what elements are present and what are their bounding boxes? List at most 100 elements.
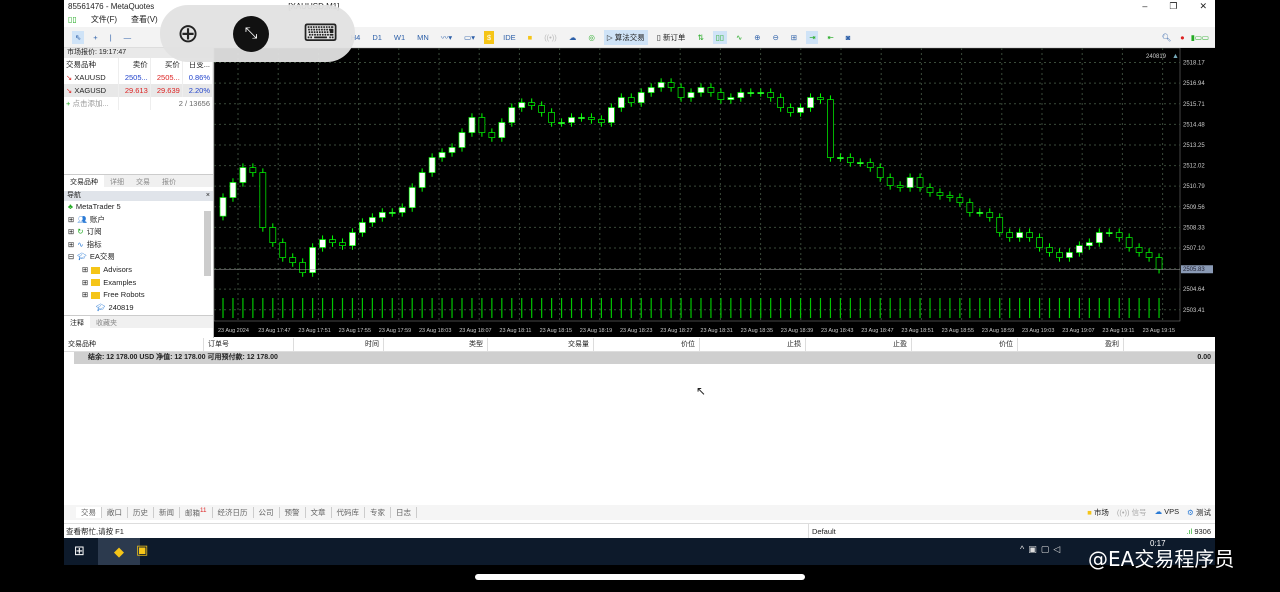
keyboard-icon[interactable]: ⌨ [303,19,338,48]
col-header[interactable]: 交易量 [488,338,594,351]
candle-body [588,117,595,120]
tab-favorites[interactable]: 收藏夹 [90,316,123,328]
tab-2[interactable]: 历史 [128,507,154,518]
table-row[interactable]: ↘ XAGUSD 29.613 29.639 2.20% [64,84,214,97]
lock-icon[interactable]: ■ [525,31,536,44]
tab-8[interactable]: 文章 [306,507,332,518]
search-icon[interactable]: 🔍︎ [1159,31,1175,44]
dollar-icon[interactable]: $ [483,30,495,44]
vertical-line-icon[interactable]: | [107,31,115,44]
taskbar-app-metatrader[interactable]: ◆ [98,538,140,565]
tab-0[interactable]: 交易 [76,507,102,518]
cloud-icon[interactable]: ☁ [566,31,580,44]
taskbar-app-editor[interactable]: ▣ [136,542,148,558]
nav-accounts[interactable]: ⊞ 👥︎ 账户 [68,214,213,227]
remote-connection-icon[interactable]: ⤡ [233,15,270,52]
zoom-in-icon[interactable]: ⊕ [177,18,199,49]
col-bid[interactable]: 卖价 [118,58,151,71]
menu-file[interactable]: 文件(F) [91,13,117,27]
templates-icon[interactable]: ▭▾ [461,31,478,44]
notification-icon[interactable]: ● [1180,33,1185,42]
candlestick-chart[interactable]: 2518.17 2516.94 2515.71 2514.48 2513.25 2512.… [213,47,1215,337]
tab-4[interactable]: 邮箱11 [180,506,213,519]
crosshair-icon[interactable]: + [90,31,100,44]
menu-view[interactable]: 查看(V) [131,13,158,27]
col-header[interactable]: 订单号 [204,338,294,351]
market-link[interactable]: ■ 市场 [1087,507,1109,518]
algo-trading-button[interactable]: ▷ 算法交易 [603,29,648,45]
line-chart-icon[interactable]: ∿ [733,31,745,44]
signals-link[interactable]: ((•)) 信号 [1117,507,1147,518]
tab-3[interactable]: 新闻 [154,507,180,518]
system-tray-icons[interactable]: ^▣▢◁ [1020,544,1064,555]
navigator-scrollbar[interactable] [204,211,211,276]
app-icon: ▯▯ [68,15,77,24]
nav-ea-240819[interactable]: 🎓︎ 240819 [68,302,213,315]
table-row[interactable]: ↘ XAUUSD 2505... 2505... 0.86% [64,71,214,84]
windows-start-icon[interactable]: ⊞ [74,543,85,559]
price-chart[interactable]: 2518.17 2516.94 2515.71 2514.48 2513.25 2512.… [213,47,1215,337]
col-header[interactable]: 盈利 [1018,338,1124,351]
globe-icon[interactable]: ◎ [585,31,598,44]
tab-symbols[interactable]: 交易品种 [64,175,104,187]
home-indicator[interactable] [475,574,805,580]
tab-common[interactable]: 注释 [64,316,90,328]
candle-chart-icon[interactable]: ▯▯ [712,30,727,44]
tab-details[interactable]: 详细 [104,175,130,187]
timeframe-d1[interactable]: D1 [369,31,385,44]
chart-shift-icon[interactable]: ⇤ [824,31,836,44]
tab-9[interactable]: 代码库 [332,507,365,518]
nav-advisors[interactable]: ⊞ Advisors [68,264,213,277]
candle-body [378,212,386,218]
tester-link[interactable]: ⚙ 测试 [1187,507,1211,518]
zoom-in-icon[interactable]: ⊕ [751,31,763,44]
timeframe-w1[interactable]: W1 [391,31,408,44]
maximize-button[interactable]: ❐ [1169,0,1177,13]
nav-experts[interactable]: ⊟ 🎓︎ EA交易 [68,251,213,264]
col-header[interactable]: 交易品种 [64,338,204,351]
signal-icon[interactable]: ((•)) [541,31,560,44]
grid-icon[interactable]: ⊞ [788,31,800,44]
indicators-icon[interactable]: 〰▾ [438,30,455,45]
status-bar: 查看帮忙,请按 F1 Default .ıl 9306 [64,523,1215,539]
zoom-out-icon[interactable]: ⊖ [770,31,782,44]
vps-link[interactable]: ☁ VPS [1155,507,1180,518]
tab-ticks[interactable]: 报价 [156,175,182,187]
nav-examples[interactable]: ⊞ Examples [68,277,213,290]
bar-chart-icon[interactable]: ⇅ [694,31,706,44]
add-symbol-row[interactable]: + 点击添加... 2 / 13656 [64,97,214,110]
candle-body [448,147,456,153]
tab-7[interactable]: 预警 [280,507,306,518]
tab-6[interactable]: 公司 [254,507,280,518]
col-header[interactable]: 价位 [912,338,1018,351]
ide-button[interactable]: IDE [500,31,519,44]
autoscroll-icon[interactable]: ⇥ [806,30,819,44]
close-button[interactable]: ✕ [1199,0,1207,13]
nav-metatrader5[interactable]: ♣ MetaTrader 5 [68,201,213,214]
close-icon[interactable]: × [206,191,210,201]
tab-10[interactable]: 专家 [365,507,391,518]
timeframe-mn[interactable]: MN [414,31,432,44]
nav-indicators[interactable]: ⊞ ∿ 指标 [68,239,213,252]
ea-label: 240819 [1146,54,1167,60]
candle-body [558,122,565,124]
col-header[interactable]: 止损 [700,338,806,351]
cursor-icon[interactable]: ⇖ [72,30,85,44]
nav-subscriptions[interactable]: ⊞ ↻ 订阅 [68,226,213,239]
nav-free-robots[interactable]: ⊞ Free Robots [68,289,213,302]
tab-5[interactable]: 经济日历 [213,507,254,518]
screenshot-icon[interactable]: ◙ [843,31,854,44]
col-symbol[interactable]: 交易品种 [64,58,119,71]
col-header[interactable]: 价位 [594,338,700,351]
tab-11[interactable]: 日志 [391,507,417,518]
col-header[interactable]: 类型 [384,338,488,351]
bag-icon: ■ [1087,508,1092,517]
col-header[interactable]: 时间 [294,338,384,351]
nav-label: Advisors [103,264,133,274]
minimize-button[interactable]: – [1142,0,1147,13]
new-order-button[interactable]: ▯ 新订单 [654,30,689,45]
horizontal-line-icon[interactable]: — [121,31,135,44]
tab-1[interactable]: 敞口 [102,507,128,518]
col-header[interactable]: 止盈 [806,338,912,351]
tab-trading[interactable]: 交易 [130,175,156,187]
